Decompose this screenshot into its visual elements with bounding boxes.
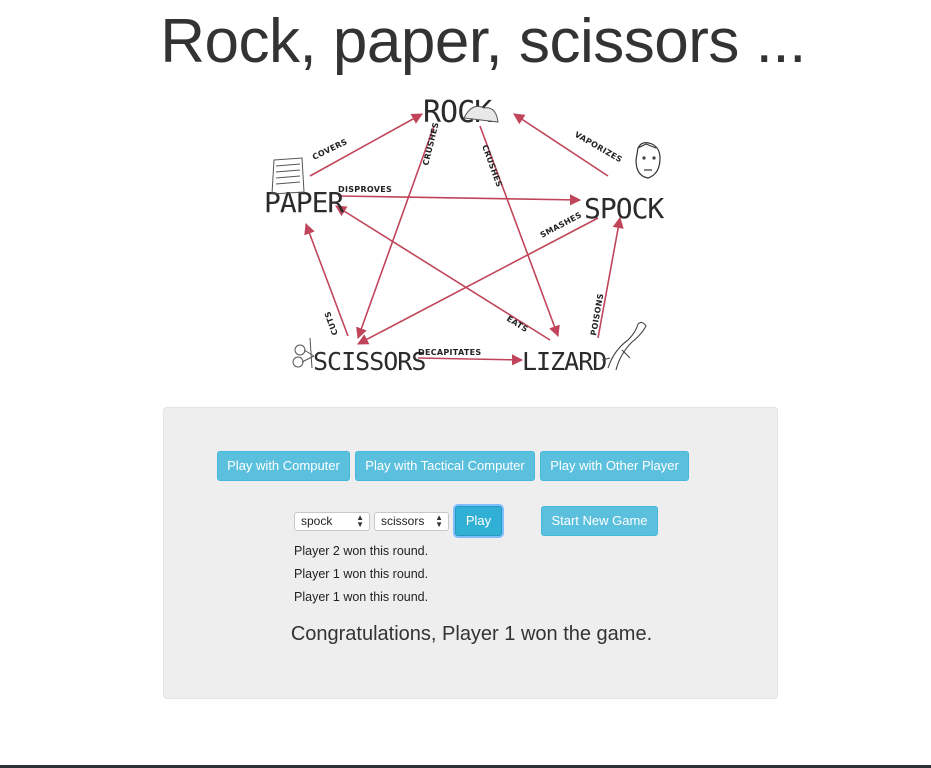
page-title: Rock, paper, scissors ... xyxy=(160,7,806,76)
select-arrows-icon: ▲ ▼ xyxy=(435,513,443,529)
start-new-game-button[interactable]: Start New Game xyxy=(541,506,658,536)
round-result: Player 2 won this round. xyxy=(294,544,429,558)
edge-paper-disproves-spock xyxy=(337,194,582,206)
rules-diagram: ROCK PAPER SPOCK SCISSORS LIZARD COVERS … xyxy=(258,88,670,380)
game-panel: Play with Computer Play with Tactical Co… xyxy=(163,407,778,699)
edge-label-crushes-2: CRUSHES xyxy=(480,144,504,189)
final-message: Congratulations, Player 1 won the game. xyxy=(290,623,653,645)
edge-label-eats: EATS xyxy=(505,314,530,334)
round-result: Player 1 won this round. xyxy=(294,567,429,581)
spock-face-icon xyxy=(635,142,661,179)
node-lizard: LIZARD xyxy=(522,347,606,376)
play-with-computer-button[interactable]: Play with Computer xyxy=(217,451,350,481)
edge-label-smashes: SMASHES xyxy=(539,210,584,239)
player1-choice-value: spock xyxy=(301,514,333,528)
play-button[interactable]: Play xyxy=(455,506,502,536)
edge-label-decapitates: DECAPITATES xyxy=(418,348,481,357)
round-result: Player 1 won this round. xyxy=(294,590,429,604)
edge-label-vaporizes: VAPORIZES xyxy=(573,130,624,164)
edge-lizard-poisons-spock xyxy=(597,216,624,339)
play-with-tactical-computer-button[interactable]: Play with Tactical Computer xyxy=(355,451,535,481)
scissors-doodle-icon xyxy=(292,337,315,369)
lizard-doodle-icon xyxy=(601,321,647,371)
rules-diagram-svg: ROCK PAPER SPOCK SCISSORS LIZARD COVERS … xyxy=(264,95,665,376)
node-spock: SPOCK xyxy=(584,192,664,225)
player2-choice-select[interactable]: scissors ▲ ▼ xyxy=(374,512,449,531)
edge-label-disproves: DISPROVES xyxy=(338,185,392,194)
select-arrows-icon: ▲ ▼ xyxy=(356,513,364,529)
player2-choice-value: scissors xyxy=(381,514,425,528)
edge-label-cuts: CUTS xyxy=(323,310,340,336)
play-with-other-player-button[interactable]: Play with Other Player xyxy=(540,451,689,481)
player1-choice-select[interactable]: spock ▲ ▼ xyxy=(294,512,370,531)
node-scissors: SCISSORS xyxy=(313,347,425,376)
edge-scissors-decapitates-lizard xyxy=(417,354,524,366)
